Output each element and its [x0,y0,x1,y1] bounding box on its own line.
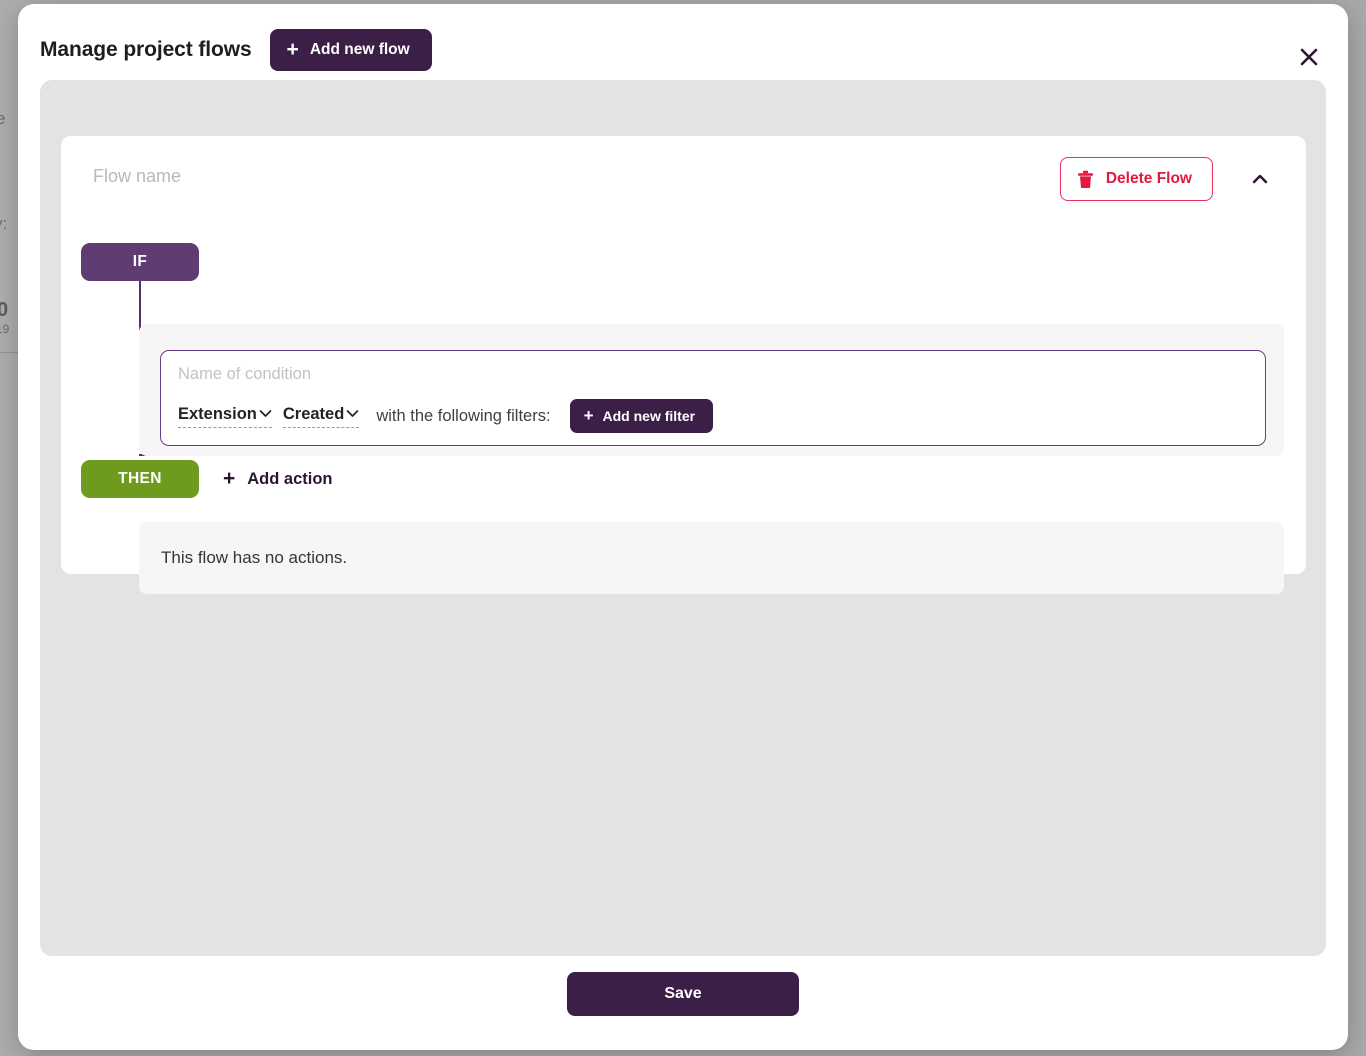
close-icon[interactable] [1292,40,1326,74]
add-new-filter-button[interactable]: + Add new filter [570,399,714,433]
flow-name-input[interactable] [93,166,713,187]
condition-wrapper: Extension Created [139,324,1284,456]
trash-icon [1077,170,1094,189]
filters-label: with the following filters: [376,407,550,426]
condition-field-dropdown[interactable]: Extension [178,405,272,428]
then-badge-row: THEN + Add action [81,460,333,498]
condition-box: Extension Created [160,350,1266,446]
if-badge: IF [81,243,199,281]
plus-icon: + [584,407,594,424]
if-badge-row: IF [81,243,199,281]
add-action-button[interactable]: + Add action [223,470,333,489]
chevron-down-icon [346,407,359,420]
plus-icon: + [287,39,299,60]
flow-card: Delete Flow IF [61,136,1306,574]
chevron-up-icon[interactable] [1242,161,1278,197]
condition-field-value: Extension [178,405,257,424]
then-badge: THEN [81,460,199,498]
no-actions-text: This flow has no actions. [161,548,347,568]
add-action-label: Add action [247,470,332,489]
plus-icon: + [223,468,235,489]
condition-filter-line: Extension Created [178,399,713,433]
background-text-fragment: 0 [0,300,8,320]
condition-event-value: Created [283,405,344,424]
page-title: Manage project flows [40,38,252,62]
save-button[interactable]: Save [567,972,799,1016]
delete-flow-button[interactable]: Delete Flow [1060,157,1213,201]
condition-name-input[interactable] [178,365,938,384]
background-text-fragment: e [0,110,5,127]
flow-card-header: Delete Flow [61,136,1306,224]
flows-canvas: Delete Flow IF [40,80,1326,956]
chevron-down-icon [259,407,272,420]
add-new-flow-button[interactable]: + Add new flow [270,29,432,71]
no-actions-message: This flow has no actions. [139,522,1284,594]
background-text-fragment: y: [0,215,7,232]
manage-project-flows-modal: Manage project flows + Add new flow [18,4,1348,1050]
delete-flow-label: Delete Flow [1106,170,1192,188]
condition-event-dropdown[interactable]: Created [283,405,359,428]
add-new-flow-label: Add new flow [310,41,410,59]
add-new-filter-label: Add new filter [603,408,696,424]
background-text-fragment: 19 [0,323,9,335]
